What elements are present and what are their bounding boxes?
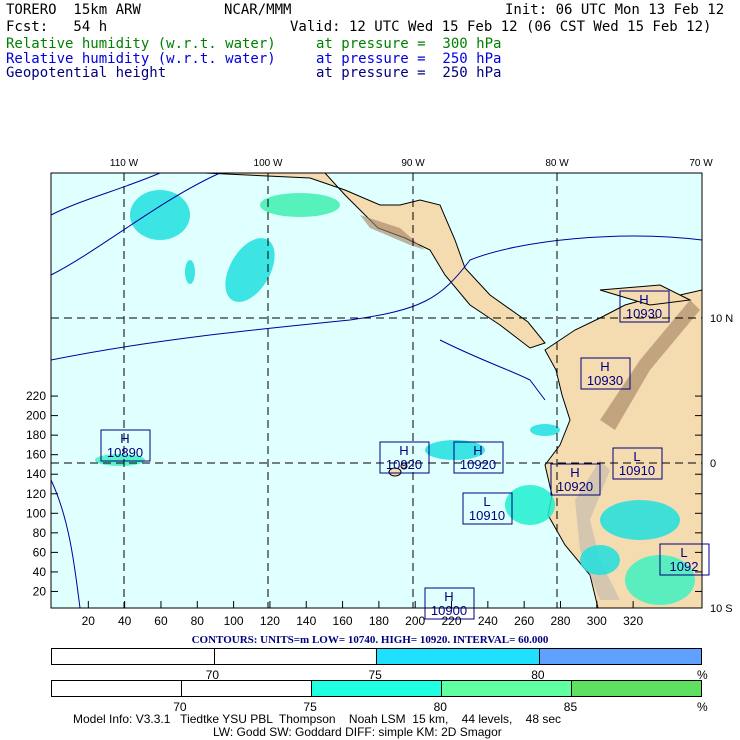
- svg-text:H: H: [473, 443, 482, 458]
- colorbar-unit: %: [697, 700, 708, 714]
- y-tick-label: 160: [26, 448, 46, 462]
- y-tick-label: 100: [26, 506, 46, 520]
- svg-text:10910: 10910: [469, 508, 505, 523]
- x-tick-label: 300: [587, 614, 607, 628]
- svg-text:H: H: [600, 359, 609, 374]
- longitude-label: 80 W: [545, 158, 569, 169]
- model-title: TORERO 15km ARW: [6, 2, 141, 18]
- longitude-label: 100 W: [254, 158, 283, 169]
- x-tick-label: 60: [154, 614, 168, 628]
- field-3-level: at pressure = 250 hPa: [316, 65, 502, 81]
- y-tick-label: 20: [33, 584, 47, 598]
- model-info-line-1: Model Info: V3.3.1 Tiedtke YSU PBL Thomp…: [73, 712, 562, 726]
- x-tick-label: 80: [191, 614, 205, 628]
- colorbar-rh-300: [51, 680, 702, 697]
- weather-map: 20 40 60 80 100 120 140 160 180 200 220 240 260 280 30…: [26, 158, 733, 628]
- field-1-level: at pressure = 300 hPa: [316, 36, 502, 52]
- latitude-label: 10 N: [710, 313, 733, 325]
- model-info-line-2: LW: Godd SW: Goddard DIFF: simple KM: 2D…: [213, 725, 502, 739]
- forecast-hour: Fcst: 54 h: [6, 19, 108, 35]
- y-tick-label: 140: [26, 467, 46, 481]
- colorbar-segment: [52, 681, 182, 696]
- organization: NCAR/MMM: [224, 2, 292, 18]
- x-tick-label: 120: [260, 614, 280, 628]
- contour-info: CONTOURS: UNITS=m LOW= 10740. HIGH= 1092…: [191, 634, 549, 646]
- colorbar-segment: [539, 649, 701, 664]
- svg-text:L: L: [680, 545, 687, 560]
- svg-text:1092: 1092: [670, 559, 699, 574]
- svg-text:H: H: [639, 292, 648, 307]
- colorbar-segment: [442, 681, 572, 696]
- x-tick-label: 280: [550, 614, 570, 628]
- y-tick-label: 180: [26, 428, 46, 442]
- y-tick-label: 60: [33, 545, 47, 559]
- svg-text:L: L: [633, 449, 640, 464]
- longitude-label: 90 W: [401, 158, 425, 169]
- valid-time: Valid: 12 UTC Wed 15 Feb 12 (06 CST Wed …: [290, 19, 712, 35]
- y-tick-label: 40: [33, 565, 47, 579]
- y-tick-label: 200: [26, 409, 46, 423]
- init-time: Init: 06 UTC Mon 13 Feb 12: [505, 2, 725, 18]
- x-tick-label: 40: [118, 614, 132, 628]
- svg-text:H: H: [570, 465, 579, 480]
- x-tick-label: 20: [82, 614, 96, 628]
- colorbar-segment: [572, 681, 701, 696]
- longitude-label: 110 W: [110, 158, 139, 169]
- y-tick-label: 80: [33, 526, 47, 540]
- svg-text:10920: 10920: [386, 457, 422, 472]
- colorbar-segment: [182, 681, 312, 696]
- latitude-label: 10 S: [710, 603, 733, 615]
- x-tick-label: 140: [296, 614, 316, 628]
- x-tick-label: 260: [514, 614, 534, 628]
- x-tick-label: 100: [224, 614, 244, 628]
- x-tick-label: 320: [623, 614, 643, 628]
- svg-text:10910: 10910: [619, 463, 655, 478]
- x-tick-label: 200: [405, 614, 425, 628]
- x-tick-label: 240: [478, 614, 498, 628]
- svg-text:10900: 10900: [431, 603, 467, 618]
- svg-text:10930: 10930: [587, 373, 623, 388]
- svg-text:10930: 10930: [626, 306, 662, 321]
- latitude-label: 0: [710, 458, 716, 470]
- svg-text:10890: 10890: [107, 445, 143, 460]
- longitude-label: 70 W: [689, 158, 713, 169]
- svg-text:H: H: [120, 431, 129, 446]
- colorbar-label: 85: [563, 700, 578, 714]
- colorbar-rh-250: [51, 648, 702, 665]
- x-tick-label: 180: [369, 614, 389, 628]
- x-tick-label: 160: [333, 614, 353, 628]
- svg-text:10920: 10920: [460, 457, 496, 472]
- field-1-name: Relative humidity (w.r.t. water): [6, 36, 276, 52]
- y-tick-label: 220: [26, 389, 46, 403]
- svg-text:10920: 10920: [557, 479, 593, 494]
- colorbar-segment: [214, 649, 377, 664]
- colorbar-segment: [52, 649, 215, 664]
- colorbar-segment: [377, 649, 540, 664]
- svg-text:L: L: [483, 494, 490, 509]
- colorbar-segment: [312, 681, 442, 696]
- y-tick-label: 120: [26, 487, 46, 501]
- svg-text:H: H: [399, 443, 408, 458]
- field-3-name: Geopotential height: [6, 65, 167, 81]
- svg-text:H: H: [444, 589, 453, 604]
